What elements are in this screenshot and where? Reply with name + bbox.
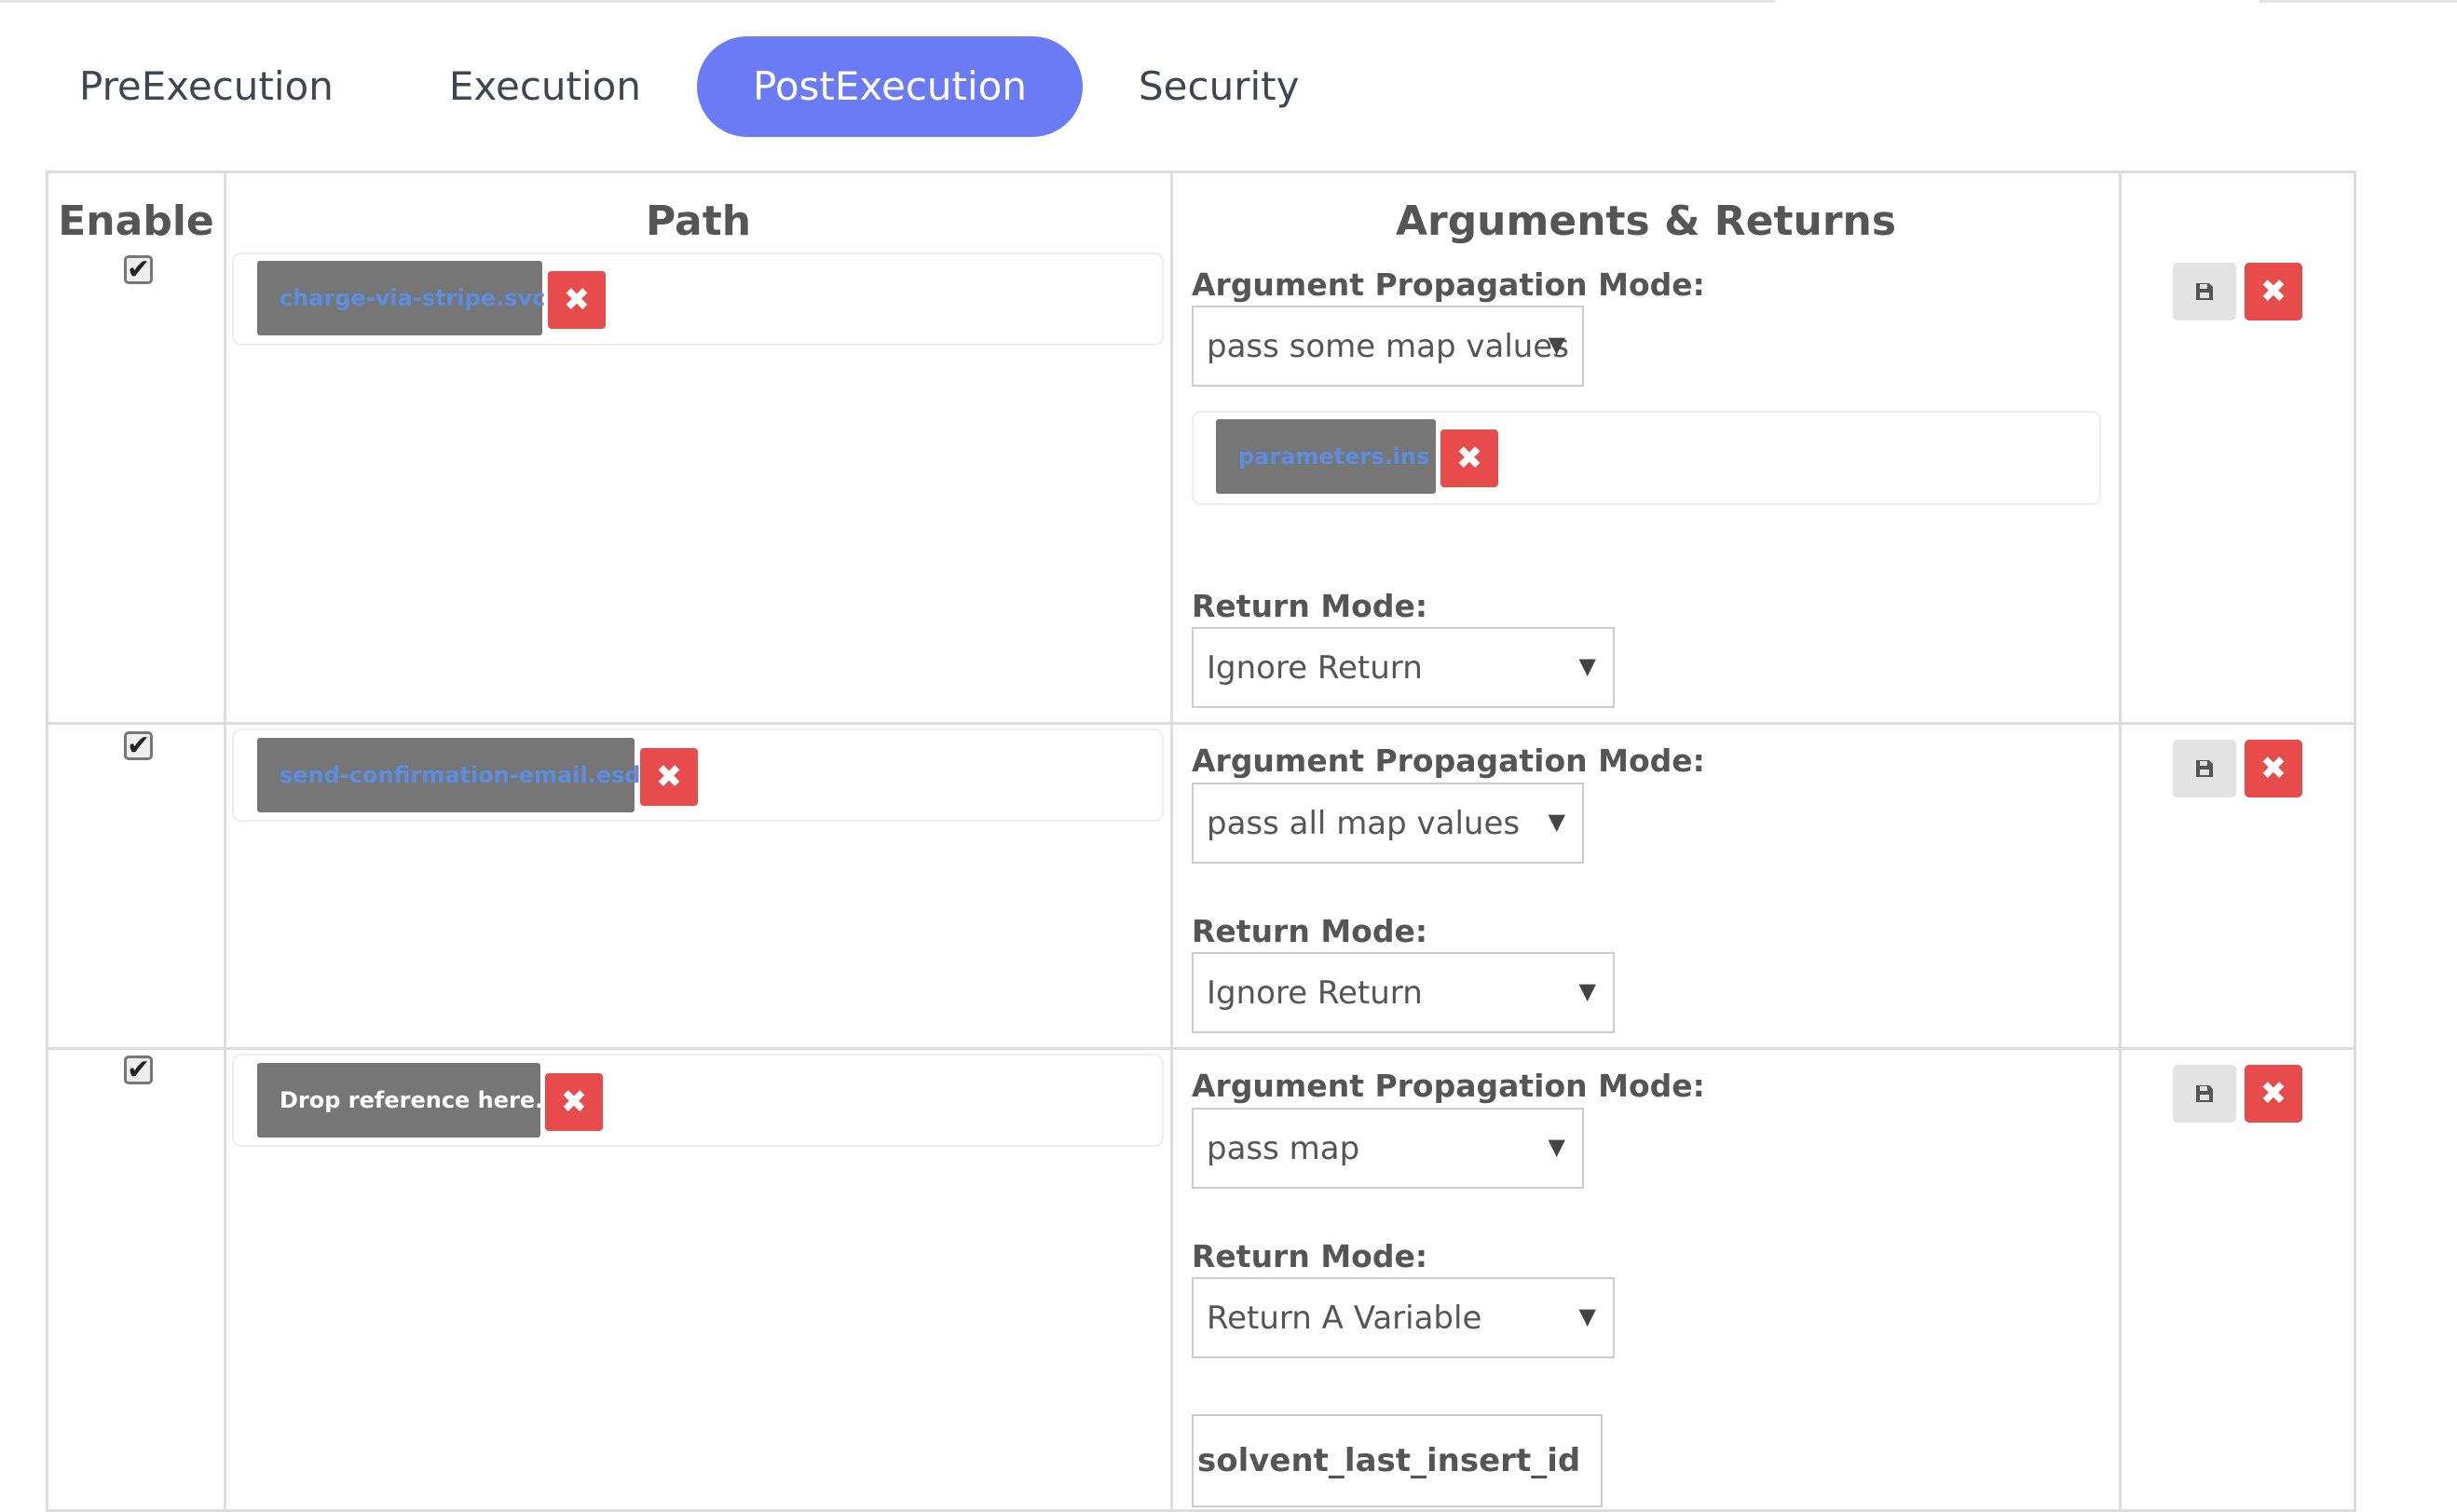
delete-row-button[interactable]: ✖ [2245, 1065, 2302, 1123]
path-placeholder: Drop reference here. [280, 1087, 544, 1113]
map-value-tag[interactable]: parameters.ins [1216, 419, 1436, 494]
path-tag[interactable]: send-confirmation-email.esd [257, 738, 640, 812]
top-divider [2259, 0, 2457, 3]
return-mode-value: Ignore Return [1207, 974, 1423, 1012]
enable-checkbox[interactable]: ✔ [124, 1056, 153, 1084]
top-divider [0, 0, 1775, 3]
enable-checkbox[interactable]: ✔ [124, 255, 153, 284]
path-placeholder-tag[interactable]: Drop reference here. [257, 1063, 544, 1137]
arg-mode-select[interactable]: pass map ▼ [1192, 1108, 1584, 1189]
return-mode-select[interactable]: Ignore Return ▼ [1192, 952, 1615, 1033]
save-icon [2196, 1085, 2213, 1102]
header-enable: Enable [58, 198, 214, 245]
checkmark-icon: ✔ [126, 1053, 151, 1086]
arg-mode-select[interactable]: pass all map values ▼ [1192, 783, 1584, 864]
checkmark-icon: ✔ [126, 252, 151, 286]
enable-checkbox[interactable]: ✔ [124, 731, 153, 760]
map-value-label: parameters.ins [1238, 443, 1430, 470]
save-button[interactable] [2173, 263, 2236, 320]
return-mode-label: Return Mode: [1192, 588, 1428, 624]
remove-path-button[interactable]: ✖ [545, 1073, 603, 1131]
checkmark-icon: ✔ [126, 729, 151, 762]
arg-mode-label: Argument Propagation Mode: [1192, 742, 1705, 779]
close-icon: ✖ [655, 758, 683, 796]
close-icon: ✖ [1455, 440, 1483, 477]
tab-execution[interactable]: Execution [393, 36, 697, 137]
caret-down-icon: ▼ [1548, 809, 1565, 835]
return-variable-value: solvent_last_insert_id [1197, 1442, 1581, 1479]
return-mode-select[interactable]: Return A Variable ▼ [1192, 1277, 1615, 1358]
save-button[interactable] [2173, 740, 2236, 797]
return-mode-value: Return A Variable [1207, 1299, 1482, 1337]
caret-down-icon: ▼ [1548, 1134, 1565, 1160]
arg-mode-value: pass all map values [1207, 804, 1521, 842]
tab-postexecution[interactable]: PostExecution [697, 35, 1083, 137]
return-variable-input[interactable]: solvent_last_insert_id [1192, 1414, 1603, 1507]
remove-path-button[interactable]: ✖ [548, 271, 606, 329]
arg-mode-select[interactable]: pass some map values ▼ [1192, 306, 1584, 387]
remove-path-button[interactable]: ✖ [640, 748, 698, 806]
tab-security[interactable]: Security [1083, 36, 1355, 137]
return-mode-label: Return Mode: [1192, 913, 1428, 949]
delete-row-button[interactable]: ✖ [2245, 740, 2302, 797]
close-icon: ✖ [560, 1083, 588, 1121]
arg-mode-label: Argument Propagation Mode: [1192, 1068, 1705, 1104]
path-tag[interactable]: charge-via-stripe.svc [257, 261, 546, 335]
caret-down-icon: ▼ [1548, 332, 1565, 358]
tab-bar: PreExecution Execution PostExecution Sec… [25, 34, 1355, 138]
path-label: charge-via-stripe.svc [280, 285, 546, 311]
save-icon [2196, 283, 2213, 300]
column-divider [1170, 170, 1173, 1512]
remove-map-value-button[interactable]: ✖ [1440, 429, 1498, 487]
header-path: Path [645, 198, 752, 245]
close-icon: ✖ [2259, 273, 2287, 310]
save-button[interactable] [2173, 1065, 2236, 1123]
close-icon: ✖ [2259, 1075, 2287, 1112]
caret-down-icon: ▼ [1578, 653, 1596, 679]
delete-row-button[interactable]: ✖ [2245, 263, 2302, 320]
arg-mode-value: pass some map values [1207, 327, 1569, 365]
arg-mode-label: Argument Propagation Mode: [1192, 266, 1705, 303]
return-mode-label: Return Mode: [1192, 1238, 1428, 1274]
header-arguments-returns: Arguments & Returns [1395, 198, 1897, 245]
close-icon: ✖ [563, 281, 591, 319]
caret-down-icon: ▼ [1578, 978, 1596, 1004]
column-divider [2119, 170, 2122, 1512]
tab-preexecution[interactable]: PreExecution [25, 36, 393, 137]
path-label: send-confirmation-email.esd [280, 762, 641, 788]
save-icon [2196, 760, 2213, 777]
row-divider [46, 1047, 2355, 1050]
caret-down-icon: ▼ [1578, 1303, 1596, 1329]
arg-mode-value: pass map [1207, 1129, 1360, 1167]
return-mode-select[interactable]: Ignore Return ▼ [1192, 627, 1615, 708]
row-divider [46, 722, 2355, 725]
close-icon: ✖ [2259, 750, 2287, 787]
return-mode-value: Ignore Return [1207, 648, 1423, 687]
column-divider [224, 170, 226, 1512]
